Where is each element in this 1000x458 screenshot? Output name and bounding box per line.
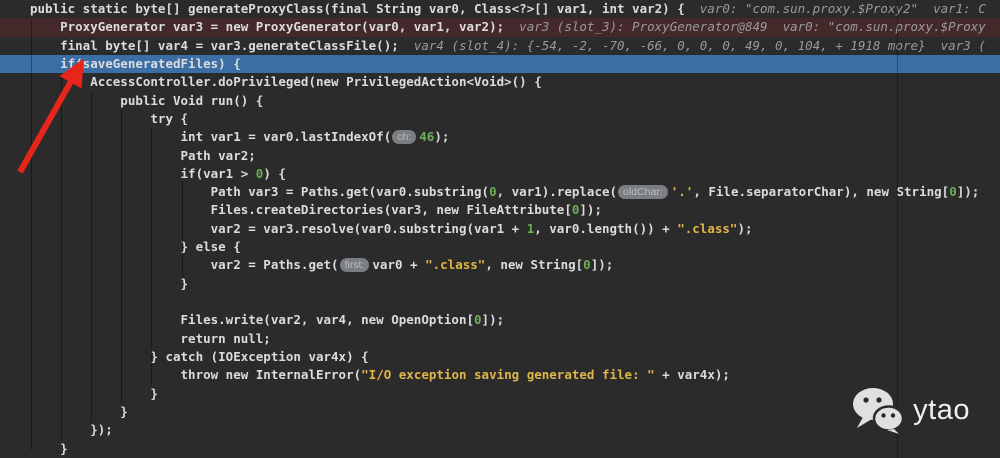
code-text: } else {	[30, 239, 241, 255]
code-text: try {	[30, 110, 189, 126]
debugger-inline-hint: var0: "com.sun.proxy.$Proxy2" var1: C	[684, 1, 986, 16]
code-line-breakpoint[interactable]: ProxyGenerator var3 = new ProxyGenerator…	[0, 18, 1000, 37]
code-text: 0	[949, 184, 957, 200]
code-text: 0	[474, 312, 482, 328]
code-text: 0	[489, 184, 497, 200]
code-line[interactable]: public static byte[] generateProxyClass(…	[0, 0, 1000, 18]
code-text: ]);	[579, 202, 602, 218]
code-text: throw new InternalError(	[30, 367, 362, 383]
debugger-inline-hint: var4 (slot_4): {-54, -2, -70, -66, 0, 0,…	[398, 37, 986, 53]
code-text: ".class"	[677, 220, 738, 236]
code-line[interactable]: }	[0, 403, 1000, 421]
code-text: 46	[419, 129, 435, 145]
code-text: , File.separatorChar), new String[	[693, 184, 950, 200]
code-text: ProxyGenerator var3 = new ProxyGenerator…	[30, 19, 505, 35]
parameter-hint-pill[interactable]: oldChar:	[618, 185, 668, 200]
code-text: if(var1 >	[30, 165, 256, 181]
code-line[interactable]: if(var1 > 0) {	[0, 165, 1000, 183]
wechat-watermark: ytao	[852, 387, 970, 434]
code-text: );	[434, 129, 450, 145]
code-line[interactable]: } catch (IOException var4x) {	[0, 348, 1000, 366]
code-line[interactable]: throw new InternalError("I/O exception s…	[0, 366, 1000, 384]
code-text: + var4x);	[654, 367, 730, 383]
wechat-icon	[853, 388, 905, 434]
code-text: if(saveGeneratedFiles) {	[30, 55, 241, 71]
code-text: var2 = Paths.get(	[30, 257, 339, 273]
code-line[interactable]: Path var3 = Paths.get(var0.substring(0, …	[0, 183, 1000, 201]
code-text: );	[737, 220, 753, 236]
code-text: }	[30, 403, 128, 419]
parameter-hint-pill[interactable]: ch:	[392, 130, 417, 145]
code-line[interactable]: var2 = Paths.get(first: var0 + ".class", …	[0, 256, 1000, 274]
code-line[interactable]: }	[0, 275, 1000, 293]
code-editor[interactable]: public static byte[] generateProxyClass(…	[0, 0, 1000, 458]
code-text: }	[30, 385, 158, 401]
code-text: , new String[	[485, 257, 584, 273]
parameter-hint-pill[interactable]: first:	[339, 258, 370, 273]
code-text: ]);	[481, 312, 505, 328]
code-text: final byte[] var4 = var3.generateClassFi…	[30, 37, 399, 53]
code-line[interactable]: return null;	[0, 330, 1000, 348]
code-line[interactable]: } else {	[0, 238, 1000, 256]
code-text: "I/O exception saving generated file: "	[361, 367, 655, 383]
debugger-inline-hint: var3 (slot_3): ProxyGenerator@849 var0: …	[504, 19, 986, 35]
code-text: Path var2;	[30, 147, 256, 163]
code-line[interactable]: var2 = var3.resolve(var0.substring(var1 …	[0, 220, 1000, 238]
code-text: }	[30, 275, 189, 291]
code-line[interactable]: try {	[0, 110, 1000, 128]
code-text: int var1 = var0.lastIndexOf(	[30, 129, 392, 145]
code-line[interactable]: }	[0, 385, 1000, 403]
code-text: public static byte[] generateProxyClass(…	[30, 1, 685, 16]
code-line[interactable]: }	[0, 440, 1000, 458]
code-text: Files.write(var2, var4, new OpenOption[	[30, 312, 475, 328]
code-text: var0 +	[372, 257, 426, 273]
watermark-label: ytao	[913, 394, 970, 426]
code-text: , var0.length()) +	[534, 220, 678, 236]
code-text: public Void run() {	[30, 92, 264, 108]
code-text: AccessController.doPrivileged(new Privil…	[30, 74, 542, 90]
code-text: Files.createDirectories(var3, new FileAt…	[30, 202, 572, 218]
code-line[interactable]	[0, 293, 1000, 311]
code-text: });	[30, 422, 113, 438]
code-text: return null;	[30, 330, 271, 346]
code-text: 0	[583, 257, 591, 273]
code-text: Path var3 = Paths.get(var0.substring(	[30, 184, 490, 200]
code-text: ) {	[263, 165, 286, 181]
code-line[interactable]: AccessController.doPrivileged(new Privil…	[0, 73, 1000, 91]
code-text: ]);	[956, 184, 980, 200]
code-line[interactable]: Path var2;	[0, 147, 1000, 165]
code-text: '.'	[670, 184, 694, 200]
code-line[interactable]: });	[0, 421, 1000, 439]
code-text: var2 = var3.resolve(var0.substring(var1 …	[30, 220, 527, 236]
code-text: } catch (IOException var4x) {	[30, 348, 369, 364]
code-text: ]);	[590, 257, 614, 273]
code-text: , var1).replace(	[496, 184, 618, 200]
code-line[interactable]: public Void run() {	[0, 92, 1000, 110]
code-line-execution-point[interactable]: if(saveGeneratedFiles) {	[0, 54, 1000, 74]
code-line[interactable]: final byte[] var4 = var3.generateClassFi…	[0, 37, 1000, 55]
editor-window: public static byte[] generateProxyClass(…	[0, 0, 1000, 458]
code-line[interactable]: Files.createDirectories(var3, new FileAt…	[0, 201, 1000, 219]
code-text: ".class"	[425, 257, 486, 273]
code-line[interactable]: Files.write(var2, var4, new OpenOption[0…	[0, 311, 1000, 329]
code-line[interactable]: int var1 = var0.lastIndexOf(ch: 46);	[0, 128, 1000, 146]
code-text: }	[30, 440, 68, 456]
